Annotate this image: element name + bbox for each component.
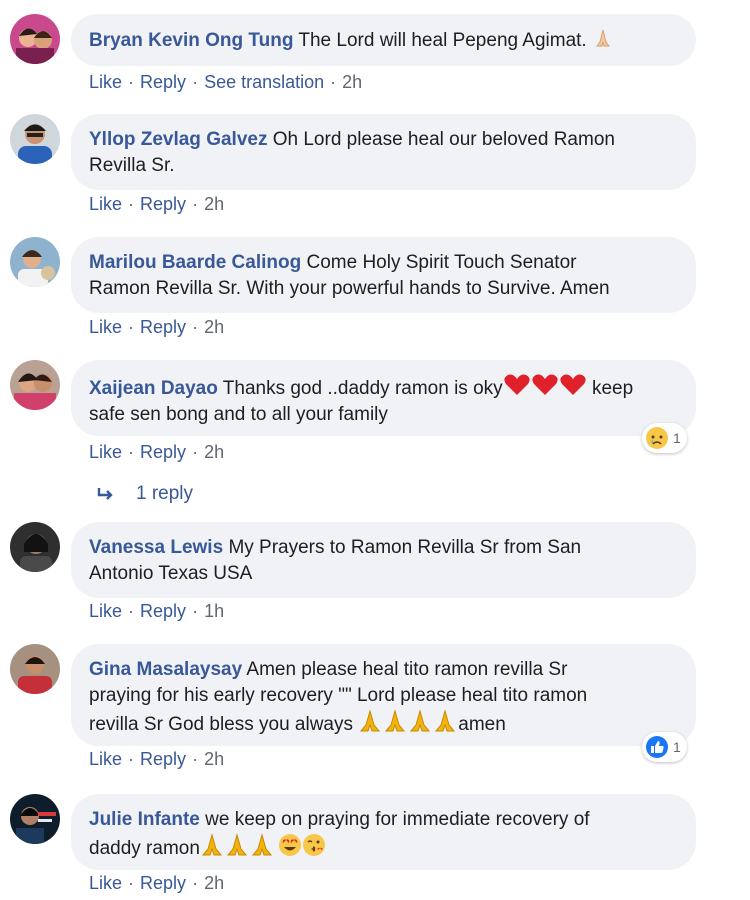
view-replies-link[interactable]: 1 reply <box>96 483 193 505</box>
comment-actions: Like · Reply · 1h <box>89 601 225 621</box>
comment-bubble: Vanessa Lewis My Prayers to Ramon Revill… <box>71 522 696 598</box>
sad-reaction-icon <box>646 427 668 449</box>
comment-text-line2: daddy ramon <box>89 838 200 859</box>
comment-text-line2: praying for his early recovery "" Lord p… <box>89 685 588 706</box>
like-reaction-icon <box>646 736 668 758</box>
comment-actions: Like · Reply · 2h <box>89 317 225 337</box>
comment-actions: Like · Reply · See translation · 2h <box>89 72 363 92</box>
comment-actions: Like · Reply · 2h <box>89 749 225 769</box>
comment-author[interactable]: Yllop Zevlag Galvez <box>89 129 267 150</box>
comment-text: Come Holy Spirit Touch Senator <box>306 252 577 273</box>
comment-text: Amen please heal tito ramon revilla Sr <box>246 659 568 680</box>
avatar[interactable] <box>10 14 60 64</box>
comment-text: Thanks god ..daddy ramon is oky <box>222 378 503 399</box>
avatar[interactable] <box>10 794 60 844</box>
pray-emoji <box>201 833 272 856</box>
pray-emoji <box>360 709 456 732</box>
comment-bubble: Gina Masalaysay Amen please heal tito ra… <box>71 644 696 746</box>
comment-actions: Like · Reply · 2h <box>89 442 225 462</box>
reply-arrow-icon <box>97 488 113 500</box>
heart-emoji <box>532 374 558 395</box>
comment-time[interactable]: 1h <box>204 601 224 621</box>
reply-link[interactable]: Reply <box>140 601 186 621</box>
comment-actions: Like · Reply · 2h <box>89 194 225 214</box>
avatar[interactable] <box>10 237 60 287</box>
comment-time[interactable]: 2h <box>204 749 224 769</box>
see-translation-link[interactable]: See translation <box>204 72 324 92</box>
comment-author[interactable]: Gina Masalaysay <box>89 659 242 680</box>
comment-text: Oh Lord please heal our beloved Ramon <box>272 129 615 150</box>
kiss-emoji <box>302 834 325 856</box>
comment-bubble: Julie Infante we keep on praying for imm… <box>71 794 696 870</box>
reply-link[interactable]: Reply <box>140 749 186 769</box>
heart-eyes-emoji <box>278 834 301 856</box>
avatar[interactable] <box>10 644 60 694</box>
avatar[interactable] <box>10 114 60 164</box>
reply-link[interactable]: Reply <box>140 72 186 92</box>
like-link[interactable]: Like <box>89 749 122 769</box>
comment-text-line2: Ramon Revilla Sr. With your powerful han… <box>89 278 610 299</box>
like-link[interactable]: Like <box>89 194 122 214</box>
reaction-count-value: 1 <box>673 430 681 446</box>
comment-bubble: Yllop Zevlag Galvez Oh Lord please heal … <box>71 114 696 190</box>
comment-bubble: Xaijean Dayao Thanks god ..daddy ramon i… <box>71 360 696 436</box>
comment-author[interactable]: Xaijean Dayao <box>89 378 218 399</box>
comment-time[interactable]: 2h <box>204 442 224 462</box>
comment-text-after: keep <box>591 378 634 399</box>
like-link[interactable]: Like <box>89 72 122 92</box>
comment-time[interactable]: 2h <box>204 873 224 893</box>
pray-emoji <box>596 29 610 47</box>
avatar[interactable] <box>10 360 60 410</box>
reply-link[interactable]: Reply <box>140 442 186 462</box>
comment-time[interactable]: 2h <box>204 317 224 337</box>
heart-emoji <box>560 374 586 395</box>
reaction-count-value: 1 <box>673 739 681 755</box>
reaction-count[interactable]: 1 <box>642 423 687 453</box>
comment-actions: Like · Reply · 2h <box>89 873 225 893</box>
reply-link[interactable]: Reply <box>140 194 186 214</box>
reply-link[interactable]: Reply <box>140 873 186 893</box>
comment-author[interactable]: Vanessa Lewis <box>89 537 223 558</box>
comment-time[interactable]: 2h <box>342 72 362 92</box>
comment-text-line2: Antonio Texas USA <box>89 563 253 584</box>
reply-link[interactable]: Reply <box>140 317 186 337</box>
comment-time[interactable]: 2h <box>204 194 224 214</box>
comment-bubble: Bryan Kevin Ong Tung The Lord will heal … <box>71 14 696 66</box>
comment-bubble: Marilou Baarde Calinog Come Holy Spirit … <box>71 237 696 313</box>
comment-text-line2: Revilla Sr. <box>89 155 175 176</box>
comment-text-after: amen <box>458 714 506 735</box>
avatar[interactable] <box>10 522 60 572</box>
comment-text-line3: revilla Sr God bless you always <box>89 714 353 735</box>
comment-text: we keep on praying for immediate recover… <box>205 809 590 830</box>
comment-author[interactable]: Julie Infante <box>89 809 200 830</box>
comment-text-line2: safe sen bong and to all your family <box>89 404 388 425</box>
heart-emoji <box>504 374 530 395</box>
comment-author[interactable]: Marilou Baarde Calinog <box>89 252 301 273</box>
comment-text: My Prayers to Ramon Revilla Sr from San <box>228 537 582 558</box>
reaction-count[interactable]: 1 <box>642 732 687 762</box>
comment-text: The Lord will heal Pepeng Agimat. <box>298 30 587 51</box>
comment-author[interactable]: Bryan Kevin Ong Tung <box>89 30 293 51</box>
like-link[interactable]: Like <box>89 317 122 337</box>
replies-label: 1 reply <box>136 483 194 504</box>
like-link[interactable]: Like <box>89 442 122 462</box>
like-link[interactable]: Like <box>89 873 122 893</box>
like-link[interactable]: Like <box>89 601 122 621</box>
